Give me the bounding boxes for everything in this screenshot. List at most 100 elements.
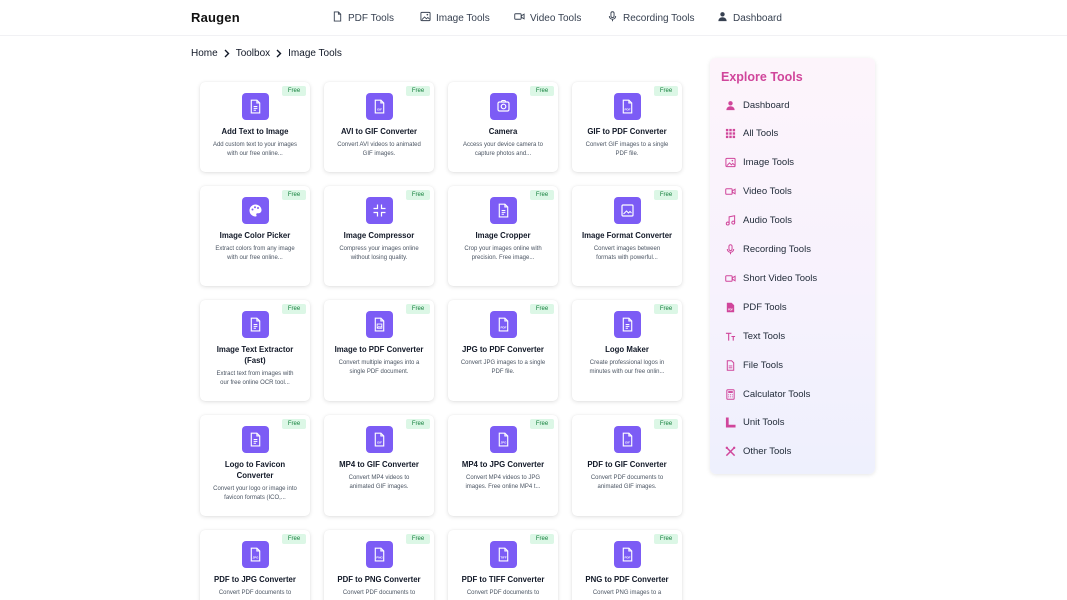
tool-card[interactable]: Free GIF MP4 to GIF Converter Convert MP4 v… [324, 415, 434, 516]
explore-item-label: Recording Tools [743, 244, 811, 255]
chevron-right-icon [220, 48, 234, 58]
explore-item-label: Dashboard [743, 99, 790, 111]
tool-card[interactable]: Free GIF AVI to GIF Converter Convert AVI v… [324, 82, 434, 172]
explore-item-calculator-tools[interactable]: Calculator Tools [725, 387, 810, 401]
explore-item-audio-tools[interactable]: Audio Tools [725, 214, 792, 228]
tool-card-title: AVI to GIF Converter [340, 127, 418, 136]
free-badge: Free [654, 419, 678, 429]
explore-item-file-tools[interactable]: File Tools [725, 358, 783, 372]
compress-icon [366, 197, 393, 224]
explore-item-other-tools[interactable]: Other Tools [725, 445, 791, 459]
gif-file-icon: GIF [366, 93, 393, 120]
free-badge: Free [654, 304, 678, 314]
svg-text:PDF: PDF [625, 555, 631, 559]
explore-item-label: Audio Tools [743, 215, 792, 227]
tool-card[interactable]: Free PDF GIF to PDF Converter Convert GIF i… [572, 82, 682, 172]
breadcrumb-toolbox[interactable]: Toolbox [236, 48, 270, 59]
nav-label: PDF Tools [348, 12, 394, 24]
nav-dashboard[interactable]: Dashboard [717, 11, 782, 25]
png-file-icon: PNG [366, 541, 393, 568]
explore-item-label: PDF Tools [743, 301, 787, 313]
explore-item-short-video-tools[interactable]: Short Video Tools [725, 271, 817, 285]
free-badge: Free [282, 304, 306, 314]
explore-item-pdf-tools[interactable]: PDF PDF Tools [725, 300, 787, 314]
tool-card[interactable]: Free PNG PDF to PNG Converter Convert PDF d… [324, 530, 434, 600]
nav-recording-tools[interactable]: Recording Tools [607, 11, 695, 25]
tool-card[interactable]: Free Image to PDF Converter Convert multip… [324, 300, 434, 401]
text-doc-icon [490, 197, 517, 224]
music-note-icon [725, 215, 736, 226]
palette-icon [242, 197, 269, 224]
tool-card-description: Convert your logo or image into favicon … [213, 486, 297, 501]
tool-card[interactable]: Free Camera Access your device camera to c… [448, 82, 558, 172]
image-frame-icon [614, 197, 641, 224]
tool-card[interactable]: Free JPG PDF to JPG Converter Convert PDF d… [200, 530, 310, 600]
tool-card-description: Access your device camera to capture pho… [462, 142, 544, 157]
free-badge: Free [406, 190, 430, 200]
tool-card-title: PDF to TIFF Converter [461, 575, 545, 584]
explore-item-text-tools[interactable]: Text Tools [725, 329, 785, 343]
nav-video-tools[interactable]: Video Tools [514, 11, 581, 25]
tool-card[interactable]: Free TIFF PDF to TIFF Converter Convert PDF… [448, 530, 558, 600]
tool-card[interactable]: Free PDF JPG to PDF Converter Convert JPG i… [448, 300, 558, 401]
tool-card[interactable]: Free JPG MP4 to JPG Converter Convert MP4 v… [448, 415, 558, 516]
tool-card[interactable]: Free Image Color Picker Extract colors fro… [200, 186, 310, 286]
calculator-icon [725, 388, 736, 400]
tool-card[interactable]: Free Image Compressor Compress your images… [324, 186, 434, 286]
free-badge: Free [530, 190, 554, 200]
tool-card[interactable]: Free Image Format Converter Convert images… [572, 186, 682, 286]
tool-card-description: Crop your images online with precision. … [464, 246, 542, 261]
tool-card-description: Convert GIF images to a single PDF file. [585, 142, 669, 157]
image-icon [420, 11, 431, 25]
explore-item-label: Short Video Tools [743, 272, 818, 284]
nav-image-tools[interactable]: Image Tools [420, 11, 490, 25]
pdf-file-icon: PDF [490, 311, 517, 338]
nav-pdf-tools[interactable]: PDF Tools [332, 11, 394, 25]
tool-card[interactable]: Free PDF PNG to PDF Converter Convert PNG i… [572, 530, 682, 600]
tool-card[interactable]: Free Logo Maker Create professional logos … [572, 300, 682, 401]
user-icon [725, 100, 736, 111]
tool-card-description: Extract text from images with our free o… [216, 371, 294, 386]
tool-card-title: PDF to JPG Converter [214, 575, 296, 584]
microphone-icon [725, 244, 736, 255]
tool-card-title: PDF to GIF Converter [587, 460, 667, 469]
free-badge: Free [406, 86, 430, 96]
breadcrumb-home[interactable]: Home [191, 48, 218, 59]
explore-item-video-tools[interactable]: Video Tools [725, 185, 792, 199]
tool-card-description: Convert MP4 videos to JPG images. Free o… [465, 475, 541, 490]
tool-card-description: Convert PDF documents to animated GIF im… [590, 475, 664, 490]
tool-card-title: Camera [488, 127, 518, 136]
tool-card-description: Compress your images online without losi… [339, 246, 419, 261]
pdf-file-icon: PDF [614, 541, 641, 568]
chevron-right-icon [272, 48, 286, 58]
text-size-icon [725, 331, 736, 342]
ruler-icon [725, 417, 736, 428]
tool-card-title: Add Text to Image [221, 127, 289, 136]
jpg-file-icon: JPG [490, 426, 517, 453]
tool-card-title: Image Compressor [343, 231, 415, 240]
free-badge: Free [406, 304, 430, 314]
tool-card-description: Add custom text to your images with our … [212, 142, 298, 157]
tool-card[interactable]: Free Add Text to Image Add custom text to … [200, 82, 310, 172]
tool-card[interactable]: Free Logo to Favicon Converter Convert you… [200, 415, 310, 516]
svg-text:GIF: GIF [377, 107, 382, 111]
svg-text:PDF: PDF [501, 325, 507, 329]
brand-logo[interactable]: Raugen [191, 10, 240, 25]
explore-item-recording-tools[interactable]: Recording Tools [725, 243, 811, 257]
explore-item-label: Calculator Tools [743, 388, 811, 400]
tool-card[interactable]: Free Image Text Extractor (Fast) Extract t… [200, 300, 310, 401]
explore-item-dashboard[interactable]: Dashboard [725, 98, 789, 112]
free-badge: Free [654, 86, 678, 96]
explore-item-image-tools[interactable]: Image Tools [725, 156, 794, 170]
tool-card-description: Convert MP4 videos to animated GIF image… [348, 475, 410, 490]
video-icon [725, 273, 736, 284]
video-icon [514, 11, 525, 25]
tool-card[interactable]: Free Image Cropper Crop your images online… [448, 186, 558, 286]
tool-card[interactable]: Free GIF PDF to GIF Converter Convert PDF d… [572, 415, 682, 516]
microphone-icon [607, 11, 618, 25]
svg-text:JPG: JPG [252, 555, 259, 559]
explore-item-unit-tools[interactable]: Unit Tools [725, 416, 785, 430]
nav-label: Video Tools [530, 12, 582, 24]
free-badge: Free [282, 86, 306, 96]
explore-item-all-tools[interactable]: All Tools [725, 127, 778, 141]
